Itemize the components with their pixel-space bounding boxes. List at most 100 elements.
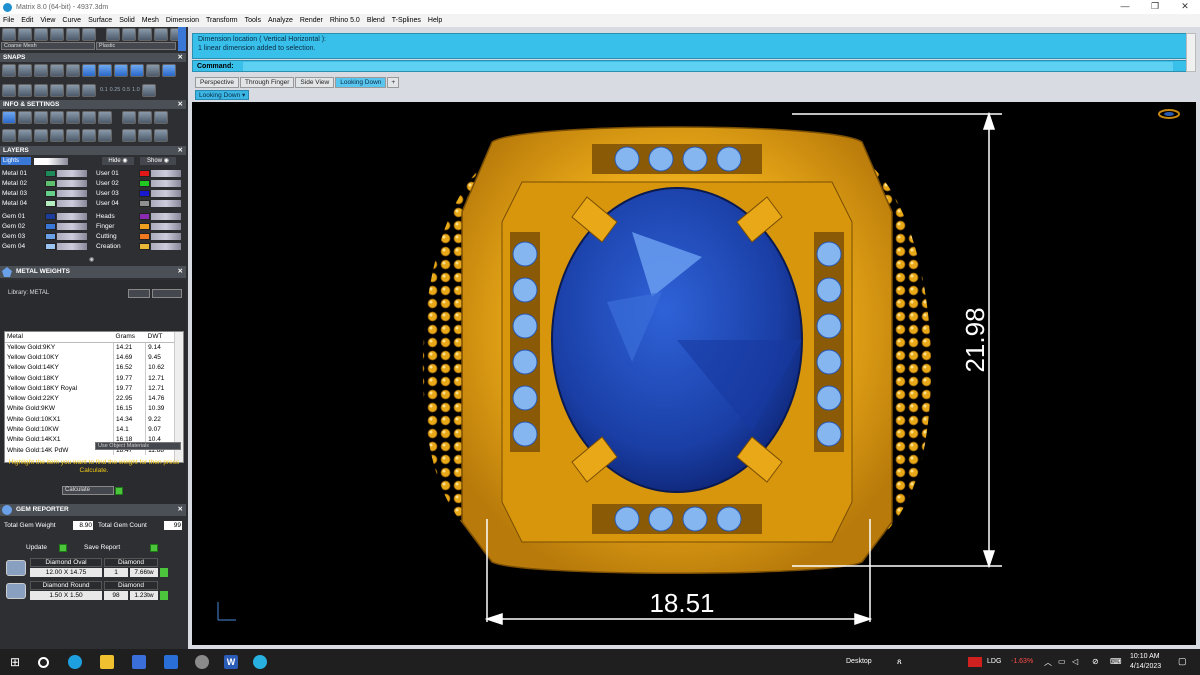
grid-icon-6[interactable] [82,84,96,97]
menu-view[interactable]: View [40,17,55,24]
layer-color-swatch[interactable] [45,243,56,250]
gear-icon[interactable] [34,129,48,142]
table-row[interactable]: Yellow Gold:10KY 14.69 9.45 [5,352,175,363]
edge-icon[interactable] [68,655,82,669]
layer-lock-toggle[interactable] [57,180,87,187]
snap-point-icon[interactable] [34,64,48,77]
layer-color-swatch[interactable] [45,190,56,197]
layer-row[interactable]: User 04 [96,199,182,208]
minimize-button[interactable]: — [1110,0,1140,14]
table-row[interactable]: White Gold:10KX1 14.34 9.22 [5,414,175,425]
layer-row[interactable]: Metal 03 [2,189,88,198]
layer-color-swatch[interactable] [45,180,56,187]
layer-color-swatch[interactable] [139,243,150,250]
people-icon[interactable]: ጸ [897,657,902,667]
table-row[interactable]: Yellow Gold:22KY 22.95 14.76 [5,393,175,404]
table-row[interactable]: Yellow Gold:18KY 19.77 12.71 [5,372,175,384]
layer-lock-toggle[interactable] [57,243,87,250]
layer-color-swatch[interactable] [139,233,150,240]
zoom-icon[interactable] [18,111,32,124]
save-report-go-icon[interactable] [150,544,158,552]
menu-solid[interactable]: Solid [119,17,135,24]
layer-row[interactable]: User 01 [96,169,182,178]
table-row[interactable]: Yellow Gold:18KY Royal 19.77 12.71 [5,383,175,394]
update-button[interactable]: Update [26,544,47,551]
tab-through-finger[interactable]: Through Finger [239,77,295,88]
hide-button[interactable]: Hide ◉ [102,157,134,165]
lights-layer-controls[interactable] [34,158,68,165]
app-icon-generic[interactable] [195,655,209,669]
layer-row[interactable]: User 02 [96,179,182,188]
layer-row[interactable]: Cutting [96,232,182,241]
material-tool-icon-3[interactable] [138,28,152,41]
light-icon[interactable] [154,111,168,124]
explorer-icon[interactable] [100,655,114,669]
lights-layer[interactable]: Lights [1,157,31,165]
settings-icon[interactable] [2,111,16,124]
grid-icon-4[interactable] [50,84,64,97]
viewport[interactable]: 18.51 21.98 [192,102,1196,645]
layer-color-swatch[interactable] [139,223,150,230]
analysis-icon[interactable] [98,129,112,142]
menu-tools[interactable]: Tools [245,17,261,24]
layer-color-swatch[interactable] [45,223,56,230]
unit-toggle[interactable] [128,289,150,298]
layer-color-swatch[interactable] [139,213,150,220]
layer-color-swatch[interactable] [139,170,150,177]
window-icon[interactable] [2,129,16,142]
menu-file[interactable]: File [3,17,14,24]
material-tool-icon-4[interactable] [154,28,168,41]
menu-surface[interactable]: Surface [88,17,112,24]
liner-toggle[interactable] [152,289,182,298]
matrix-icon[interactable] [253,655,267,669]
layer-row[interactable]: Gem 01 [2,212,88,221]
notification-icon[interactable]: ▢ [1178,656,1187,667]
mesh-dropdown[interactable]: Coarse Mesh [1,42,95,50]
mail-icon[interactable] [164,655,178,669]
layer-lock-toggle[interactable] [57,190,87,197]
layers-expand-icon[interactable]: ◉ [89,256,94,263]
menu-analyze[interactable]: Analyze [268,17,293,24]
layer-lock-toggle[interactable] [151,243,181,250]
sphere-tool-icon-5[interactable] [82,28,96,41]
palette-icon[interactable] [122,111,136,124]
layer-lock-toggle[interactable] [151,233,181,240]
layer-row[interactable]: Metal 02 [2,179,88,188]
snap-value-0[interactable]: 0.1 [100,84,108,97]
menu-curve[interactable]: Curve [62,17,81,24]
layer-lock-toggle[interactable] [151,190,181,197]
layer-lock-toggle[interactable] [57,213,87,220]
snap-value-2[interactable]: 0.5 [122,84,130,97]
material-tool-icon[interactable] [106,28,120,41]
layer-lock-toggle[interactable] [151,170,181,177]
snap-value-1[interactable]: 0.25 [110,84,121,97]
gem-row[interactable]: Diamond Round Diamond 1.50 X 1.50 98 1.23tw [4,581,182,601]
keyboard-icon[interactable]: ⌨ [1110,657,1122,666]
color-icon[interactable] [122,129,136,142]
meet-icon[interactable]: ⊘ [1092,657,1099,666]
menu-edit[interactable]: Edit [21,17,33,24]
command-scrollbar[interactable] [1186,33,1196,72]
close-button[interactable]: ✕ [1170,0,1200,14]
menu-dimension[interactable]: Dimension [166,17,199,24]
material-dropdown[interactable]: Plastic [96,42,176,50]
grid-toggle-icon[interactable] [141,84,156,97]
volume-icon[interactable]: ◁ [1072,657,1078,666]
layer-row[interactable]: Heads [96,212,182,221]
layer-row[interactable]: User 03 [96,189,182,198]
desktop-label[interactable]: Desktop [846,658,872,665]
table-row[interactable]: White Gold:10KW 14.1 9.07 [5,424,175,435]
material-tool-icon-2[interactable] [122,28,136,41]
show-button[interactable]: Show ◉ [140,157,176,165]
gem-row[interactable]: Diamond Oval Diamond 12.00 X 14.75 1 7.66tw [4,558,182,578]
sphere-tool-icon-3[interactable] [50,28,64,41]
use-object-materials-button[interactable]: Use Object Materials [95,442,181,450]
menu-transform[interactable]: Transform [206,17,238,24]
layer-row[interactable]: Gem 04 [2,242,88,251]
table-row[interactable]: White Gold:9KW 16.15 10.39 [5,403,175,415]
column-header-metal[interactable]: Metal [5,332,114,343]
snap-end-icon[interactable] [2,64,16,77]
snap-ortho-icon[interactable] [162,64,176,77]
snap-knot-icon[interactable] [146,64,160,77]
color-icon-2[interactable] [138,129,152,142]
